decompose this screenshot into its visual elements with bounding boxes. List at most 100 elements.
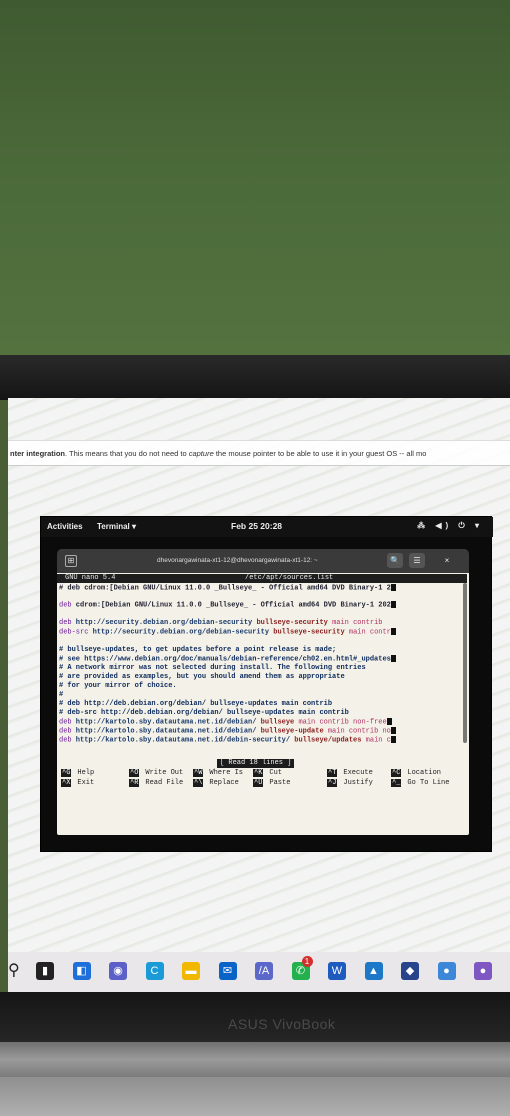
windows-taskbar: ⚲ ▮ ◧ ◉ C ▬ ✉/A ✆ 1 W ▲ ◆ ● ● bbox=[8, 952, 510, 992]
nano-line[interactable]: # are provided as examples, but you shou… bbox=[59, 673, 345, 682]
shortcut-label: Exit bbox=[77, 779, 95, 787]
nano-line[interactable]: # deb-src http://deb.debian.org/debian/ … bbox=[59, 709, 349, 718]
activities-button[interactable]: Activities bbox=[47, 522, 83, 531]
nano-line[interactable]: # bbox=[59, 691, 63, 700]
nano-line[interactable]: deb http://kartolo.sby.datautama.net.id/… bbox=[59, 736, 396, 745]
shortcut-key: ^C bbox=[391, 769, 402, 777]
shortcut-label: Execute bbox=[343, 769, 373, 777]
line-segment: bullseye-update bbox=[260, 727, 324, 736]
hamburger-menu-icon[interactable]: ☰ bbox=[409, 553, 425, 568]
line-segment: http://kartolo.sby.datautama.net.id/debi… bbox=[71, 727, 261, 736]
chrome-profile-icon[interactable]: ● bbox=[474, 962, 492, 980]
shortcut-execute[interactable]: ^T Execute bbox=[327, 769, 373, 778]
shortcut-label: Read File bbox=[145, 779, 184, 787]
shortcut-go-to-line[interactable]: ^_ Go To Line bbox=[391, 779, 449, 788]
overflow-marker bbox=[390, 601, 396, 608]
terminal-scrollbar[interactable] bbox=[463, 583, 467, 743]
close-icon[interactable]: × bbox=[439, 553, 455, 568]
vscode-icon[interactable]: /A bbox=[255, 962, 273, 980]
nano-line[interactable]: # for your mirror of choice. bbox=[59, 682, 177, 691]
edge-icon[interactable]: C bbox=[145, 962, 164, 980]
shortcut-write-out[interactable]: ^O Write Out bbox=[129, 769, 183, 778]
line-segment: # A network mirror was not selected duri… bbox=[59, 664, 366, 672]
laptop-brand: ASUS VivoBook bbox=[228, 1016, 336, 1032]
nano-line[interactable]: deb http://security.debian.org/debian-se… bbox=[59, 619, 382, 628]
shortcut-replace[interactable]: ^\ Replace bbox=[193, 779, 239, 788]
nano-version: GNU nano 5.4 bbox=[65, 574, 116, 582]
line-segment: # deb-src http://deb.debian.org/debian/ … bbox=[59, 709, 349, 717]
shortcut-justify[interactable]: ^J Justify bbox=[327, 779, 373, 788]
word-icon[interactable]: W bbox=[328, 962, 346, 980]
line-segment: bullseye-security bbox=[273, 628, 345, 637]
terminal-window[interactable]: ⊞ dhevonargawinata-xt1-12@dhevonargawina… bbox=[57, 549, 469, 835]
line-segment: main contrib no bbox=[323, 727, 391, 736]
line-segment: bullseye/updates bbox=[294, 736, 362, 745]
system-tray[interactable]: ⁂ ◀) ⏻ ▾ bbox=[417, 521, 483, 531]
new-tab-icon[interactable]: ⊞ bbox=[65, 555, 77, 567]
line-segment: http://kartolo.sby.datautama.net.id/debi… bbox=[71, 736, 295, 745]
overflow-marker bbox=[390, 655, 396, 662]
shortcut-where-is[interactable]: ^W Where Is bbox=[193, 769, 243, 778]
nano-line[interactable]: # deb cdrom:[Debian GNU/Linux 11.0.0 _Bu… bbox=[59, 584, 396, 593]
nano-line[interactable]: # see https://www.debian.org/doc/manuals… bbox=[59, 655, 396, 664]
line-segment: bullseye bbox=[260, 718, 295, 727]
shortcut-key: ^\ bbox=[193, 779, 204, 787]
line-segment: # bbox=[59, 691, 64, 699]
search-icon[interactable]: 🔍 bbox=[387, 553, 403, 568]
file-explorer-icon[interactable]: ▬ bbox=[182, 962, 200, 980]
shortcut-label: Write Out bbox=[145, 769, 184, 777]
nano-header: GNU nano 5.4 /etc/apt/sources.list bbox=[57, 574, 467, 583]
virtualbox-icon[interactable]: ◆ bbox=[401, 962, 419, 980]
line-segment: deb bbox=[59, 727, 72, 736]
shortcut-label: Paste bbox=[269, 779, 291, 787]
nano-line[interactable]: deb-src http://security.debian.org/debia… bbox=[59, 628, 396, 637]
line-segment: main c bbox=[361, 736, 391, 745]
line-segment: deb-src bbox=[59, 628, 89, 637]
chat-icon[interactable]: ◉ bbox=[109, 962, 127, 980]
nano-line[interactable]: # bullseye-updates, to get updates befor… bbox=[59, 646, 336, 655]
nano-line[interactable]: deb http://kartolo.sby.datautama.net.id/… bbox=[59, 718, 392, 727]
laptop-top-bezel bbox=[0, 355, 510, 400]
nano-line[interactable]: deb cdrom:[Debian GNU/Linux 11.0.0 _Bull… bbox=[59, 601, 396, 610]
overflow-marker bbox=[386, 718, 392, 725]
shortcut-cut[interactable]: ^K Cut bbox=[253, 769, 282, 778]
search-icon[interactable]: ⚲ bbox=[8, 960, 20, 980]
shortcut-key: ^_ bbox=[391, 779, 402, 787]
line-segment: # see https://www.debian.org/doc/manuals… bbox=[59, 655, 391, 664]
line-segment: deb bbox=[59, 718, 72, 727]
shortcut-label: Justify bbox=[343, 779, 373, 787]
shortcut-label: Location bbox=[407, 769, 442, 777]
notification-badge: 1 bbox=[301, 956, 313, 967]
line-segment: deb bbox=[59, 601, 72, 610]
browser-text-line: nter integration. This means that you do… bbox=[8, 449, 426, 458]
shortcut-key: ^J bbox=[327, 779, 338, 787]
shortcut-paste[interactable]: ^U Paste bbox=[253, 779, 290, 788]
line-segment: deb cdrom:[Debian GNU/Linux 11.0.0 _Bull… bbox=[63, 584, 391, 593]
line-segment: cdrom:[Debian GNU/Linux 11.0.0 _Bullseye… bbox=[71, 601, 391, 610]
browser-text-part-1: . This means that you do not need to bbox=[65, 449, 189, 458]
line-segment: # are provided as examples, but you shou… bbox=[59, 673, 345, 681]
overflow-marker bbox=[390, 736, 396, 743]
nano-editor[interactable]: GNU nano 5.4 /etc/apt/sources.list # deb… bbox=[57, 573, 469, 835]
shortcut-exit[interactable]: ^X Exit bbox=[61, 779, 94, 788]
task-view-icon[interactable]: ▮ bbox=[36, 962, 54, 980]
terminal-app-menu[interactable]: Terminal ▾ bbox=[97, 522, 136, 531]
shortcut-help[interactable]: ^G Help bbox=[61, 769, 94, 778]
mail-icon[interactable]: ✉ bbox=[218, 962, 237, 980]
shortcut-read-file[interactable]: ^R Read File bbox=[129, 779, 183, 788]
line-segment: # for your mirror of choice. bbox=[59, 682, 177, 690]
chrome-icon[interactable]: ● bbox=[437, 962, 456, 980]
shortcut-label: Help bbox=[77, 769, 95, 777]
line-segment: http://kartolo.sby.datautama.net.id/debi… bbox=[71, 718, 261, 727]
nano-line[interactable]: # deb http://deb.debian.org/debian/ bull… bbox=[59, 700, 332, 709]
photos-icon[interactable]: ▲ bbox=[364, 962, 383, 980]
clock[interactable]: Feb 25 20:28 bbox=[231, 521, 282, 531]
shortcut-key: ^O bbox=[129, 769, 140, 777]
widgets-icon[interactable]: ◧ bbox=[72, 962, 91, 980]
shortcut-key: ^T bbox=[327, 769, 338, 777]
shortcut-location[interactable]: ^C Location bbox=[391, 769, 441, 778]
overflow-marker bbox=[390, 584, 396, 591]
vm-window[interactable]: Activities Terminal ▾ Feb 25 20:28 ⁂ ◀) … bbox=[40, 516, 493, 852]
nano-line[interactable]: # A network mirror was not selected duri… bbox=[59, 664, 366, 673]
nano-line[interactable]: deb http://kartolo.sby.datautama.net.id/… bbox=[59, 727, 396, 736]
